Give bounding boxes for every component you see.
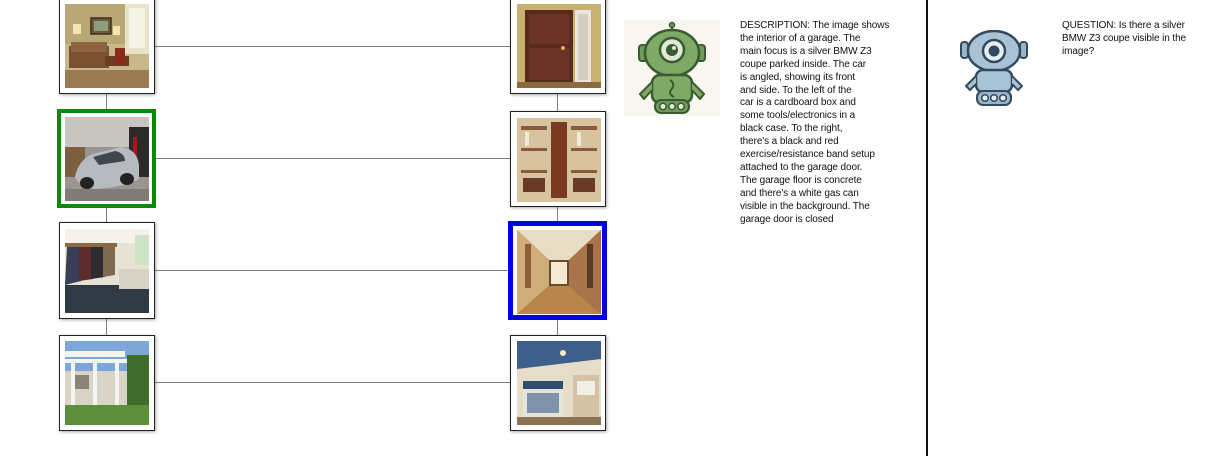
row-connector-2	[154, 158, 511, 159]
left-image-pergola[interactable]	[59, 335, 155, 431]
right-image-front-door[interactable]	[510, 0, 606, 94]
description-text: DESCRIPTION: The image shows the interio…	[740, 20, 890, 225]
blue-robot-icon	[958, 30, 1030, 108]
left-image-garage-car[interactable]	[57, 109, 156, 208]
row-connector-1	[154, 46, 511, 47]
left-image-mudroom[interactable]	[59, 222, 155, 319]
panel-divider	[926, 0, 928, 456]
right-image-hallway[interactable]	[508, 221, 607, 320]
right-image-closet[interactable]	[510, 111, 606, 207]
row-connector-4	[154, 382, 511, 383]
left-image-living-room[interactable]	[59, 0, 155, 94]
right-image-bedroom[interactable]	[510, 335, 606, 431]
green-robot-icon	[624, 20, 720, 116]
row-connector-3	[154, 270, 511, 271]
question-text: QUESTION: Is there a silver BMW Z3 coupe…	[1062, 20, 1187, 57]
